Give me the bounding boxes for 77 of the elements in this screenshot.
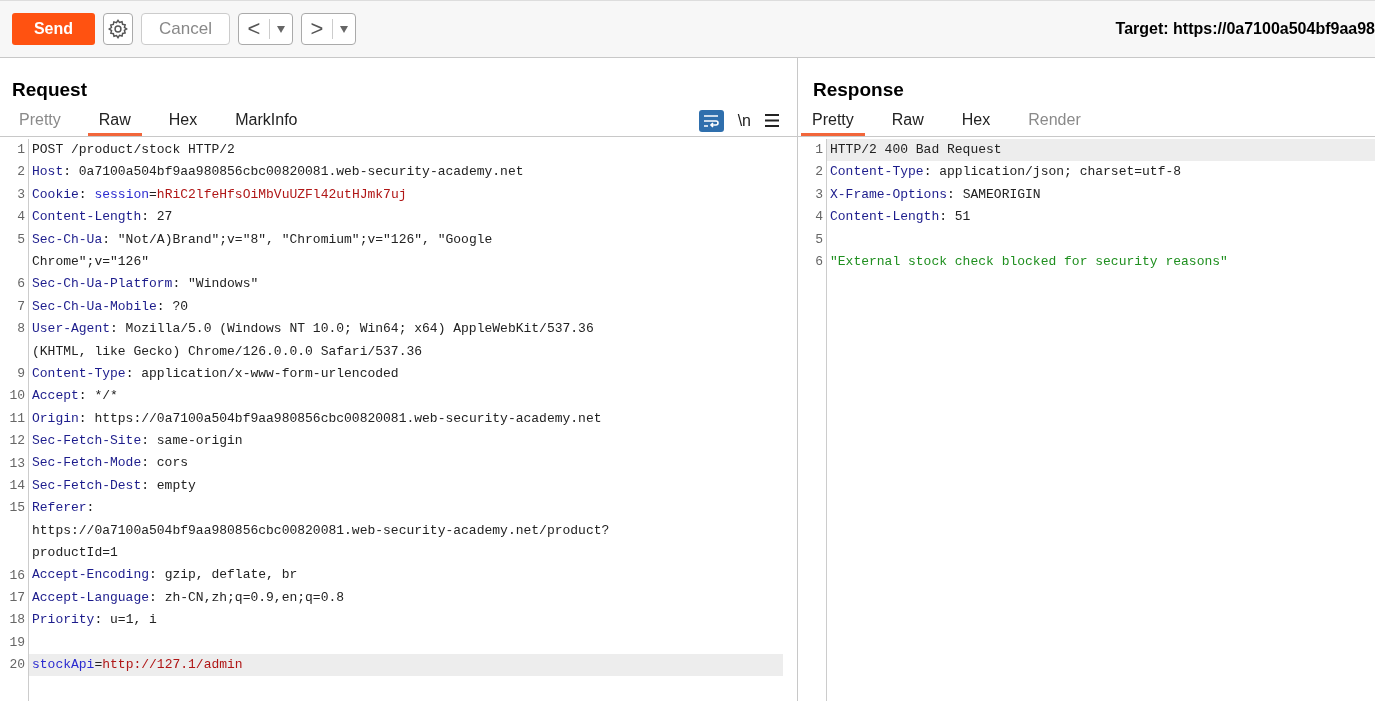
line-number: 10: [9, 387, 25, 406]
code-line: X-Frame-Options: SAMEORIGIN: [830, 186, 1041, 202]
line-number: 3: [17, 185, 25, 204]
caret-icon: [340, 25, 348, 33]
code-line: (KHTML, like Gecko) Chrome/126.0.0.0 Safari/537.36: [32, 343, 423, 359]
code-line: Priority: u=1, i: [32, 612, 157, 628]
code-line: Cookie: session=hRiC2lfeHfsOiMbVuUZFl42utHJmk7uj: [32, 186, 407, 202]
cancel-button[interactable]: Cancel: [141, 13, 230, 45]
code-line: https://0a7100a504bf9aa980856cbc00820081.web-security-academy.net/product?: [32, 522, 610, 538]
code-line: Accept-Language: zh-CN,zh;q=0.9,en;q=0.8: [32, 589, 345, 605]
code-line: stockApi=http://127.1/admin: [32, 657, 243, 672]
code-line: Host: 0a7100a504bf9aa980856cbc00820081.web-security-academy.net: [32, 164, 524, 180]
tab[interactable]: Pretty: [801, 106, 865, 136]
line-number: 16: [9, 566, 25, 585]
settings-button[interactable]: [103, 13, 133, 45]
line-number: 3: [815, 185, 823, 204]
code-line: Content-Type: application/json; charset=utf-8: [830, 164, 1182, 180]
code-line: Sec-Ch-Ua-Mobile: ?0: [32, 298, 189, 314]
code-line: Referer:: [32, 500, 95, 516]
line-number: 6: [17, 275, 25, 294]
line-number: 15: [9, 499, 25, 518]
line-number: 1: [17, 141, 25, 159]
code-line: productId=1: [32, 545, 118, 561]
line-number: 2: [815, 163, 823, 182]
caret-icon: [277, 25, 285, 33]
line-number: 13: [9, 454, 25, 473]
line-number: 6: [815, 253, 823, 272]
line-number: 1: [815, 141, 823, 159]
back-label: <: [246, 18, 262, 40]
line-number: 4: [815, 208, 823, 227]
code-line: Origin: https://0a7100a504bf9aa980856cbc00820081.web-security-academy.net: [32, 410, 602, 426]
code-line: Sec-Ch-Ua-Platform: "Windows": [32, 276, 259, 292]
code-line: Accept-Encoding: gzip, deflate, br: [32, 567, 298, 583]
menu-button[interactable]: [765, 114, 779, 127]
line-number: 5: [815, 230, 823, 249]
line-number: 4: [17, 208, 25, 227]
code-line: "External stock check blocked for security reasons": [830, 253, 1228, 269]
line-number: 20: [9, 656, 25, 675]
code-line: Sec-Ch-Ua: "Not/A)Brand";v="8", "Chromium";v="126", "Google: [32, 231, 493, 247]
target-label: Target: https://0a7100a504bf9aa98: [1115, 19, 1375, 39]
tab[interactable]: MarkInfo: [224, 106, 309, 136]
code-line: Accept: */*: [32, 388, 118, 404]
code-line: Content-Length: 51: [830, 209, 971, 225]
code-line: HTTP/2 400 Bad Request: [830, 142, 1002, 157]
tab[interactable]: Raw: [87, 106, 142, 136]
panel-title: Response: [813, 78, 904, 102]
back-split-button[interactable]: <: [238, 13, 293, 45]
code-line: Chrome";v="126": [32, 253, 150, 269]
code-line: Sec-Fetch-Mode: cors: [32, 455, 189, 471]
wrap-lines-toggle[interactable]: [698, 109, 724, 132]
line-number: 9: [17, 365, 25, 384]
newline-toggle[interactable]: \n: [737, 112, 751, 129]
line-number: 2: [17, 163, 25, 182]
menu-icon: [765, 114, 779, 127]
tab[interactable]: Raw: [880, 106, 935, 136]
line-number: 17: [9, 589, 25, 608]
wrap-icon: [703, 113, 720, 128]
code-line: Content-Length: 27: [32, 209, 173, 225]
line-number: 12: [9, 432, 25, 451]
forward-split-button[interactable]: >: [301, 13, 356, 45]
line-number: 18: [9, 611, 25, 630]
code-line: Content-Type: application/x-www-form-urlencoded: [32, 365, 399, 381]
code-line: User-Agent: Mozilla/5.0 (Windows NT 10.0; Win64; x64) AppleWebKit/537.36: [32, 321, 594, 337]
line-number: 8: [17, 320, 25, 339]
forward-label: >: [309, 18, 325, 40]
line-number: 5: [17, 230, 25, 249]
tab[interactable]: Hex: [950, 106, 1002, 136]
line-number: 19: [9, 633, 25, 652]
line-number: 11: [9, 409, 25, 428]
code-line: POST /product/stock HTTP/2: [32, 142, 235, 157]
panel-title: Request: [12, 78, 87, 102]
settings-icon: [107, 18, 129, 40]
tab[interactable]: Hex: [157, 106, 209, 136]
line-number: 7: [17, 297, 25, 316]
code-line: Sec-Fetch-Site: same-origin: [32, 433, 243, 449]
code-line: Sec-Fetch-Dest: empty: [32, 477, 196, 493]
line-number: 14: [9, 477, 25, 496]
